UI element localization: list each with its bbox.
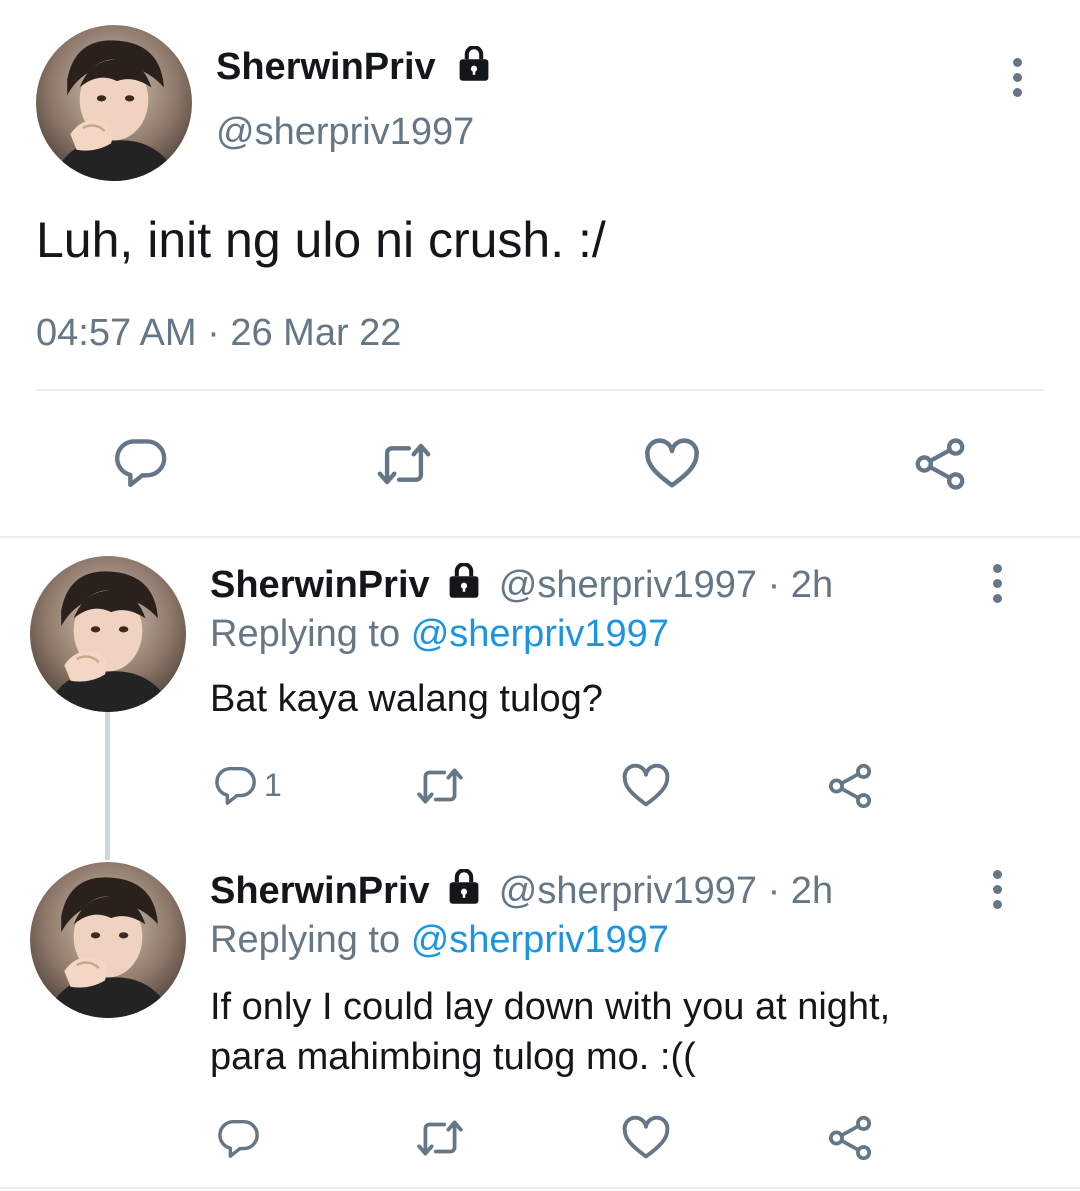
lock-icon bbox=[444, 869, 484, 905]
replying-to-label: Replying to bbox=[210, 613, 401, 655]
reply-icon[interactable] bbox=[212, 1114, 264, 1162]
main-tweet-avatar[interactable] bbox=[36, 25, 192, 181]
reply-text: Bat kaya walang tulog? bbox=[210, 678, 603, 720]
timestamp-separator: · bbox=[207, 312, 220, 354]
reply-header: SherwinPriv @sherpriv1997 · 2h bbox=[210, 562, 833, 608]
reply-text-line: If only I could lay down with you at nig… bbox=[210, 986, 891, 1028]
reply-button[interactable]: 1 bbox=[212, 762, 282, 808]
reply-more-menu-icon[interactable] bbox=[991, 870, 1003, 909]
replying-to-line: Replying to @sherpriv1997 bbox=[210, 611, 669, 657]
like-icon[interactable] bbox=[620, 1114, 672, 1162]
reply-icon bbox=[215, 766, 256, 805]
tweet-time: 04:57 AM bbox=[36, 312, 197, 354]
share-icon[interactable] bbox=[824, 1114, 876, 1162]
reply-more-menu-icon[interactable] bbox=[991, 564, 1003, 603]
lock-icon bbox=[444, 563, 484, 599]
reply-handle[interactable]: @sherpriv1997 bbox=[499, 870, 757, 912]
share-icon[interactable] bbox=[824, 762, 876, 810]
main-reply-icon[interactable] bbox=[108, 430, 172, 494]
main-tweet-text: Luh, init ng ulo ni crush. :/ bbox=[36, 212, 606, 268]
main-tweet-handle[interactable]: @sherpriv1997 bbox=[216, 108, 474, 156]
main-tweet-divider bbox=[36, 389, 1044, 391]
like-icon[interactable] bbox=[620, 762, 672, 810]
tweet-date: 26 Mar 22 bbox=[230, 312, 402, 354]
main-tweet-more-menu-icon[interactable] bbox=[1011, 58, 1023, 97]
retweet-icon[interactable] bbox=[414, 1114, 466, 1162]
main-retweet-icon[interactable] bbox=[372, 432, 436, 496]
reply-text: If only I could lay down with you at nig… bbox=[210, 982, 890, 1082]
thread-line bbox=[105, 710, 110, 860]
section-divider bbox=[0, 536, 1080, 538]
replying-to-link[interactable]: @sherpriv1997 bbox=[411, 613, 669, 655]
reply-age[interactable]: · 2h bbox=[768, 564, 833, 606]
reply-age[interactable]: · 2h bbox=[768, 870, 833, 912]
replying-to-line: Replying to @sherpriv1997 bbox=[210, 917, 669, 963]
replying-to-link[interactable]: @sherpriv1997 bbox=[411, 919, 669, 961]
main-share-icon[interactable] bbox=[908, 432, 972, 496]
main-tweet-display-name[interactable]: SherwinPriv bbox=[216, 44, 436, 90]
reply-display-name[interactable]: SherwinPriv bbox=[210, 564, 430, 606]
bottom-divider bbox=[0, 1187, 1080, 1189]
reply-avatar[interactable] bbox=[30, 556, 186, 712]
retweet-icon[interactable] bbox=[414, 762, 466, 810]
reply-count: 1 bbox=[264, 766, 282, 803]
main-like-icon[interactable] bbox=[640, 432, 704, 496]
reply-text-line: para mahimbing tulog mo. :(( bbox=[210, 1036, 696, 1078]
main-tweet-timestamp[interactable]: 04:57 AM · 26 Mar 22 bbox=[36, 310, 401, 356]
reply-avatar[interactable] bbox=[30, 862, 186, 1018]
reply-header: SherwinPriv @sherpriv1997 · 2h bbox=[210, 868, 833, 914]
reply-display-name[interactable]: SherwinPriv bbox=[210, 870, 430, 912]
replying-to-label: Replying to bbox=[210, 919, 401, 961]
reply-handle[interactable]: @sherpriv1997 bbox=[499, 564, 757, 606]
lock-icon bbox=[454, 46, 494, 82]
